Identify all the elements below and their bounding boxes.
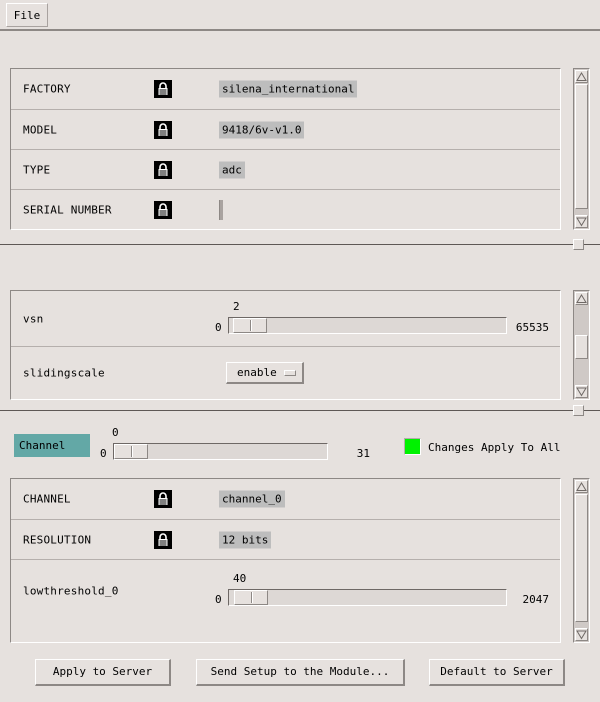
value-type[interactable]: adc [219, 161, 245, 178]
table-row: SERIAL NUMBER [11, 189, 560, 229]
slider-thumb[interactable] [114, 444, 148, 459]
slider-label-lowthreshold: lowthreshold_0 [23, 584, 119, 597]
slider-lowthreshold[interactable]: 0 40 2047 [211, 571, 550, 608]
lock-icon[interactable] [154, 530, 172, 549]
slider-row-lowthreshold: lowthreshold_0 0 40 2047 [11, 559, 560, 621]
lock-icon[interactable] [154, 120, 172, 139]
scrollbar-thumb[interactable] [575, 84, 588, 209]
slider-max-vsn: 65535 [515, 320, 549, 334]
slider-row-vsn: vsn 0 2 65535 [11, 291, 560, 346]
option-menu-indicator-icon [284, 370, 296, 376]
slider-min-vsn: 0 [215, 320, 222, 334]
menu-bar: File [0, 0, 600, 31]
row-label-resolution: RESOLUTION [23, 533, 92, 546]
module-params-scrollbar[interactable] [573, 290, 590, 400]
triangle-up-icon[interactable] [575, 70, 588, 83]
value-resolution[interactable]: 12 bits [219, 531, 272, 548]
text-cursor [219, 199, 223, 220]
pane-sash-handle-top[interactable] [573, 239, 584, 250]
scrollbar-thumb[interactable] [575, 335, 588, 359]
lock-icon[interactable] [154, 200, 172, 219]
triangle-down-icon[interactable] [575, 215, 588, 228]
row-label-model: MODEL [23, 123, 58, 136]
default-to-server-button[interactable]: Default to Server [429, 659, 565, 686]
slider-trough[interactable] [228, 316, 507, 334]
triangle-up-icon[interactable] [575, 480, 588, 493]
slider-label-vsn: vsn [23, 312, 44, 325]
scrollbar-thumb[interactable] [575, 494, 588, 622]
slider-min-lowthreshold: 0 [215, 592, 222, 606]
slider-channel[interactable]: 0 0 31 [100, 426, 370, 462]
row-label-serial-number: SERIAL NUMBER [23, 203, 112, 216]
row-label-factory: FACTORY [23, 82, 71, 96]
pane-divider [0, 244, 600, 245]
slider-trough[interactable] [113, 443, 328, 460]
module-info-scrollbar[interactable] [573, 68, 590, 230]
slider-thumb[interactable] [234, 589, 268, 605]
send-setup-button[interactable]: Send Setup to the Module... [196, 659, 405, 686]
table-row: TYPE adc [11, 149, 560, 189]
slider-thumb[interactable] [233, 317, 267, 333]
channel-params-scrollbar[interactable] [573, 478, 590, 643]
slider-trough[interactable] [228, 588, 507, 606]
menu-item-file[interactable]: File [6, 3, 48, 27]
value-serial-number[interactable] [219, 199, 223, 220]
pane-sash-handle-bottom[interactable] [573, 405, 584, 416]
changes-apply-to-all-label: Changes Apply To All [428, 441, 561, 454]
value-factory[interactable]: silena_international [219, 80, 358, 98]
lock-icon[interactable] [154, 80, 172, 98]
triangle-up-icon[interactable] [575, 292, 588, 305]
slider-value-vsn: 2 [233, 299, 240, 313]
table-row: RESOLUTION 12 bits [11, 519, 560, 559]
slider-value-channel: 0 [112, 426, 119, 439]
triangle-down-icon[interactable] [575, 628, 588, 641]
dropdown-slidingscale[interactable]: enable [226, 362, 304, 384]
row-label-channel: CHANNEL [23, 492, 71, 506]
changes-apply-to-all-checkbox[interactable] [404, 438, 421, 455]
dropdown-label-slidingscale: slidingscale [23, 366, 105, 380]
slider-max-lowthreshold: 2047 [522, 592, 550, 606]
value-model[interactable]: 9418/6v-v1.0 [219, 121, 305, 138]
slider-min-channel: 0 [100, 447, 107, 460]
channel-selector-label[interactable]: Channel [14, 434, 90, 457]
slider-max-channel: 31 [356, 447, 370, 460]
lock-icon[interactable] [154, 490, 172, 508]
slider-vsn[interactable]: 0 2 65535 [211, 299, 549, 336]
slider-value-lowthreshold: 40 [233, 571, 247, 585]
table-row: FACTORY silena_international [11, 69, 560, 109]
table-row: MODEL 9418/6v-v1.0 [11, 109, 560, 149]
module-params-panel: vsn 0 2 65535 slidingscale enable [10, 290, 561, 400]
dropdown-selected-value: enable [237, 366, 277, 379]
channel-params-panel: CHANNEL channel_0 RESOLUTION 12 bits low… [10, 478, 561, 643]
triangle-down-icon[interactable] [575, 385, 588, 398]
dropdown-row-slidingscale: slidingscale enable [11, 346, 560, 399]
apply-to-server-button[interactable]: Apply to Server [35, 659, 171, 686]
row-label-type: TYPE [23, 163, 51, 176]
module-info-panel: FACTORY silena_international MODEL 9418/… [10, 68, 561, 230]
pane-divider [0, 410, 600, 411]
value-channel[interactable]: channel_0 [219, 490, 285, 508]
lock-icon[interactable] [154, 160, 172, 179]
table-row: CHANNEL channel_0 [11, 479, 560, 519]
